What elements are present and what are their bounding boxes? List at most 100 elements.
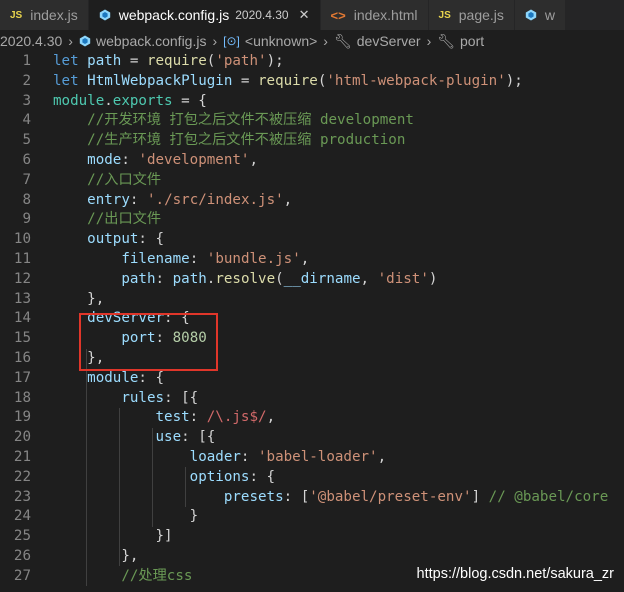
tab-index-js[interactable]: JS index.js	[0, 0, 89, 30]
line-number: 3	[22, 92, 31, 109]
tab-webpack-config[interactable]: webpack.config.js 2020.4.30 ✕	[88, 0, 321, 30]
code-line[interactable]: 7 //入口文件	[0, 171, 624, 191]
code-line[interactable]: 21 loader: 'babel-loader',	[0, 448, 624, 468]
tab-description: 2020.4.30	[235, 8, 289, 22]
tab-label: index.js	[30, 7, 78, 23]
tab-label: webpack.config.js	[118, 7, 230, 23]
line-number: 6	[22, 151, 31, 168]
code-text: //处理css	[121, 567, 193, 584]
line-number: 22	[13, 468, 31, 485]
line-number: 19	[13, 409, 31, 426]
line-number: 9	[22, 211, 31, 228]
symbol-variable-icon: [⊙]	[223, 34, 240, 48]
code-line[interactable]: 26 },	[0, 547, 624, 567]
code-line[interactable]: 9 //出口文件	[0, 210, 624, 230]
chevron-right-icon: ›	[68, 33, 73, 49]
highlight-box	[79, 313, 218, 371]
close-icon[interactable]: ✕	[299, 7, 310, 23]
code-text: presets: ['@babel/preset-env'] // @babel…	[223, 488, 609, 505]
code-line[interactable]: 24 }	[0, 507, 624, 527]
code-line[interactable]: 23 presets: ['@babel/preset-env'] // @ba…	[0, 488, 624, 508]
line-number: 1	[22, 53, 31, 69]
editor-tab-bar: JS index.js webpack.config.js 2020.4.30 …	[0, 0, 624, 30]
line-number: 10	[13, 231, 31, 248]
webpack-icon	[79, 35, 91, 47]
code-line[interactable]: 20 use: [{	[0, 428, 624, 448]
code-line[interactable]: 6 mode: 'development',	[0, 151, 624, 171]
code-text: filename: 'bundle.js',	[121, 250, 310, 267]
tab-index-html[interactable]: <> index.html	[320, 0, 429, 30]
code-line[interactable]: 19 test: /\.js$/,	[0, 408, 624, 428]
code-text: module.exports = {	[53, 92, 207, 109]
code-text: loader: 'babel-loader',	[189, 448, 387, 465]
line-number: 2	[22, 72, 31, 89]
line-number: 14	[13, 310, 31, 327]
code-text: let path = require('path');	[53, 53, 284, 69]
breadcrumb-symbol-unknown[interactable]: [⊙] <unknown>	[223, 33, 317, 49]
code-text: use: [{	[155, 429, 216, 446]
webpack-icon	[99, 9, 111, 21]
chevron-right-icon: ›	[212, 33, 218, 49]
breadcrumb-folder[interactable]: 2020.4.30	[0, 33, 62, 49]
code-line[interactable]: 10 output: {	[0, 230, 624, 250]
line-number: 11	[13, 250, 31, 267]
code-text: //入口文件	[87, 171, 162, 188]
breadcrumb-file[interactable]: webpack.config.js	[79, 33, 207, 49]
tab-page-js[interactable]: JS page.js	[428, 0, 515, 30]
line-number: 16	[13, 349, 31, 366]
code-line[interactable]: 25 }]	[0, 527, 624, 547]
line-number: 8	[22, 191, 31, 208]
code-line[interactable]: 3 module.exports = {	[0, 92, 624, 112]
code-text: options: {	[189, 468, 276, 485]
watermark: https://blog.csdn.net/sakura_zr	[416, 566, 614, 582]
line-number: 27	[13, 567, 31, 584]
line-number: 21	[13, 448, 31, 465]
code-text: //生产环境 打包之后文件不被压缩 production	[87, 132, 406, 149]
breadcrumb-symbol-devserver[interactable]: 🔧︎ devServer	[334, 33, 421, 50]
line-number: 15	[13, 330, 31, 347]
chevron-right-icon: ›	[426, 33, 432, 49]
code-line[interactable]: 11 filename: 'bundle.js',	[0, 250, 624, 270]
code-line[interactable]: 13 },	[0, 290, 624, 310]
code-line[interactable]: 22 options: {	[0, 468, 624, 488]
breadcrumb-symbol-port[interactable]: 🔧︎ port	[437, 33, 484, 50]
code-text: //出口文件	[87, 211, 162, 228]
line-number: 25	[13, 528, 31, 545]
code-line[interactable]: 4 //开发环境 打包之后文件不被压缩 development	[0, 111, 624, 131]
line-number: 26	[13, 547, 31, 564]
line-number: 23	[13, 488, 31, 505]
code-line[interactable]: 5 //生产环境 打包之后文件不被压缩 production	[0, 131, 624, 151]
line-number: 20	[13, 429, 31, 446]
breadcrumb-symbol-label: devServer	[356, 33, 421, 49]
tab-label: w	[544, 7, 556, 23]
breadcrumb: 2020.4.30 › webpack.config.js › [⊙] <unk…	[0, 30, 624, 52]
code-text: path: path.resolve(__dirname, 'dist')	[121, 270, 438, 287]
code-line[interactable]: 1 let path = require('path');	[0, 52, 624, 72]
code-line[interactable]: 18 rules: [{	[0, 389, 624, 409]
chevron-right-icon: ›	[323, 33, 328, 49]
code-text: let HtmlWebpackPlugin = require('html-we…	[53, 72, 523, 89]
js-file-icon: JS	[10, 9, 23, 21]
code-text: entry: './src/index.js',	[87, 191, 293, 208]
line-number: 17	[13, 369, 31, 386]
wrench-icon: 🔧︎	[437, 32, 456, 49]
code-text: },	[53, 290, 105, 307]
code-text: //开发环境 打包之后文件不被压缩 development	[87, 112, 414, 129]
tab-webpack-other[interactable]: w	[514, 0, 567, 30]
code-line[interactable]: 17 module: {	[0, 369, 624, 389]
js-file-icon: JS	[438, 9, 451, 21]
line-number: 12	[13, 270, 31, 287]
webpack-icon	[525, 9, 537, 21]
breadcrumb-file-label: webpack.config.js	[95, 33, 207, 49]
code-text: output: {	[87, 231, 165, 248]
code-text: module: {	[87, 369, 165, 386]
code-line[interactable]: 8 entry: './src/index.js',	[0, 191, 624, 211]
code-text: rules: [{	[121, 389, 199, 406]
code-line[interactable]: 12 path: path.resolve(__dirname, 'dist')	[0, 270, 624, 290]
code-text: }]	[53, 528, 173, 545]
html-file-icon: <>	[330, 7, 346, 23]
line-number: 5	[22, 132, 31, 149]
line-number: 24	[13, 508, 31, 525]
code-text: },	[53, 547, 139, 564]
code-line[interactable]: 2 let HtmlWebpackPlugin = require('html-w…	[0, 72, 624, 92]
